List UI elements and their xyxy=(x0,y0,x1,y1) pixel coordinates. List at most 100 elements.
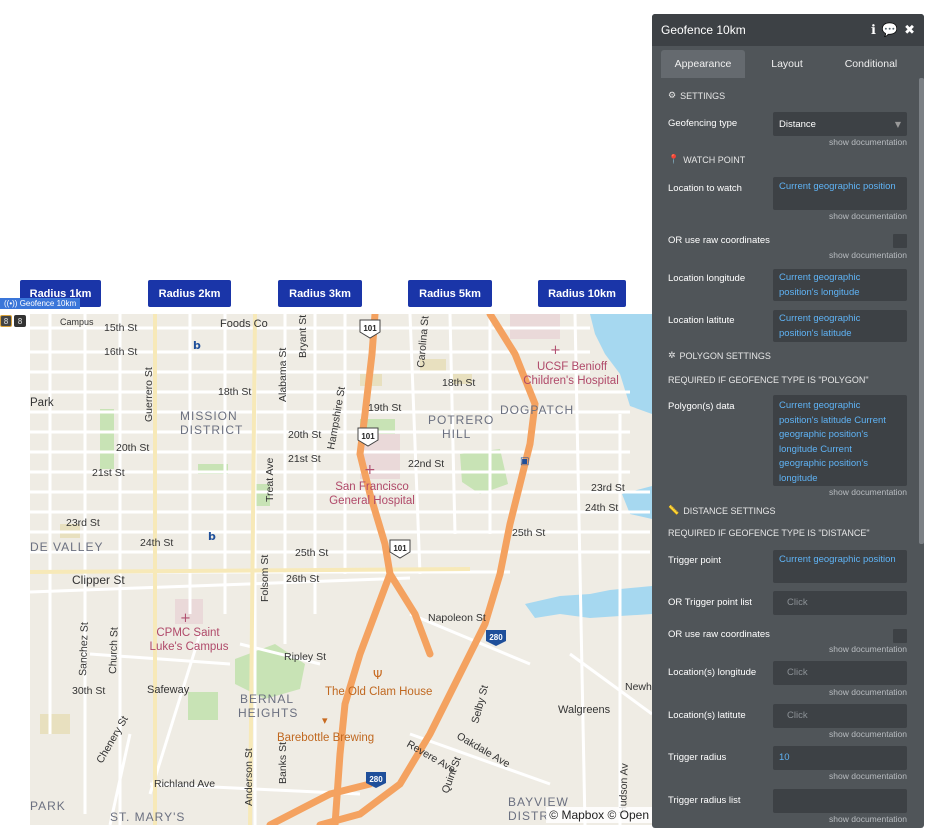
trigger-radius-list-field[interactable] xyxy=(773,789,907,813)
comment-icon[interactable]: 💬 xyxy=(882,23,898,38)
show-documentation-link[interactable]: show documentation xyxy=(829,211,907,221)
radius-5km-button[interactable]: Radius 5km xyxy=(408,280,492,307)
show-documentation-link[interactable]: show documentation xyxy=(829,487,907,497)
info-icon[interactable]: ℹ xyxy=(871,23,876,38)
locations-latitude-field[interactable]: Click xyxy=(773,704,907,728)
svg-text:23rd St: 23rd St xyxy=(66,517,100,529)
location-longitude-field[interactable]: Current geographic position's longitude xyxy=(773,269,907,301)
panel-header: Geofence 10km ℹ 💬 ✖ xyxy=(652,14,924,46)
tab-appearance[interactable]: Appearance xyxy=(661,50,745,78)
svg-text:CPMC Saint: CPMC Saint xyxy=(156,627,220,639)
element-lock-icon[interactable]: 8 xyxy=(14,315,26,327)
raw-coordinates-2-checkbox[interactable] xyxy=(893,629,907,643)
svg-text:Guerrero St: Guerrero St xyxy=(143,367,155,422)
geofence-icon: ((•)) xyxy=(4,299,20,308)
bart-icon-1: b xyxy=(193,339,201,352)
raw-coordinates-label: OR use raw coordinates xyxy=(668,235,770,246)
svg-text:DISTRICT: DISTRICT xyxy=(180,423,243,437)
map-attribution[interactable]: © Mapbox © Open xyxy=(546,807,652,823)
show-documentation-link[interactable]: show documentation xyxy=(829,687,907,697)
svg-text:25th St: 25th St xyxy=(295,547,328,559)
show-documentation-link[interactable]: show documentation xyxy=(829,771,907,781)
svg-text:Campus: Campus xyxy=(60,317,94,327)
svg-text:Banks St: Banks St xyxy=(277,742,289,784)
svg-text:23rd St: 23rd St xyxy=(591,482,625,494)
svg-text:Selby St: Selby St xyxy=(469,684,491,725)
radius-10km-button[interactable]: Radius 10km xyxy=(538,280,626,307)
tab-layout[interactable]: Layout xyxy=(745,50,829,78)
svg-text:Clipper St: Clipper St xyxy=(72,573,125,587)
svg-text:Ripley St: Ripley St xyxy=(284,651,326,663)
svg-text:15th St: 15th St xyxy=(104,322,137,334)
element-handle-icon[interactable]: 8 xyxy=(0,315,12,327)
svg-text:20th St: 20th St xyxy=(116,442,149,454)
show-documentation-link[interactable]: show documentation xyxy=(829,729,907,739)
svg-text:19th St: 19th St xyxy=(368,402,401,414)
locations-longitude-field[interactable]: Click xyxy=(773,661,907,685)
svg-text:ST. MARY'S: ST. MARY'S xyxy=(110,810,185,824)
bart-icon-2: b xyxy=(208,530,216,543)
svg-text:Richland Ave: Richland Ave xyxy=(154,778,215,790)
svg-text:26th St: 26th St xyxy=(286,573,319,585)
geofencing-type-dropdown[interactable]: Distance ▼ xyxy=(773,112,907,136)
svg-text:18th St: 18th St xyxy=(442,377,475,389)
location-to-watch-label: Location to watch xyxy=(668,183,742,194)
trigger-radius-field[interactable]: 10 xyxy=(773,746,907,770)
svg-text:General Hospital: General Hospital xyxy=(329,495,415,507)
svg-text:Oakdale Ave: Oakdale Ave xyxy=(455,730,513,770)
svg-text:Sanchez St: Sanchez St xyxy=(77,622,91,676)
tab-conditional[interactable]: Conditional xyxy=(829,50,913,78)
locations-latitude-label: Location(s) latitute xyxy=(668,710,746,721)
hospital-icon-cpmc: + xyxy=(180,611,191,626)
trigger-radius-list-label: Trigger radius list xyxy=(668,795,741,806)
ruler-icon: 📏 xyxy=(668,506,680,516)
svg-text:DE VALLEY: DE VALLEY xyxy=(30,540,103,554)
raw-coordinates-checkbox[interactable] xyxy=(893,234,907,248)
svg-text:Church St: Church St xyxy=(107,627,121,674)
map-canvas: 101 101 101 280 280 b b + + + Ψ ▾ ▣ Food… xyxy=(30,314,652,825)
radius-2km-button[interactable]: Radius 2km xyxy=(148,280,231,307)
element-tag[interactable]: ((•)) Geofence 10km xyxy=(0,298,81,309)
trigger-point-list-field[interactable]: Click xyxy=(773,591,907,615)
polygon-data-label: Polygon(s) data xyxy=(668,401,735,412)
svg-text:Barebottle Brewing: Barebottle Brewing xyxy=(277,732,374,744)
trigger-point-label: Trigger point xyxy=(668,555,721,566)
location-to-watch-field[interactable]: Current geographic position xyxy=(773,177,907,210)
show-documentation-link[interactable]: show documentation xyxy=(829,814,907,824)
pin-icon: 📍 xyxy=(668,155,680,165)
polygon-data-field[interactable]: Current geographic position's latitude C… xyxy=(773,395,907,486)
trigger-point-field[interactable]: Current geographic position xyxy=(773,550,907,583)
svg-text:The Old Clam House: The Old Clam House xyxy=(325,686,432,698)
show-documentation-link[interactable]: show documentation xyxy=(829,644,907,654)
panel-scrollbar[interactable] xyxy=(919,78,924,544)
hw-280-shield-1: 280 xyxy=(489,633,503,642)
polygon-icon: ✲ xyxy=(668,351,676,361)
svg-text:Walgreens: Walgreens xyxy=(558,704,611,716)
panel-tabs: Appearance Layout Conditional xyxy=(652,46,924,78)
svg-text:Safeway: Safeway xyxy=(147,684,190,696)
svg-text:POTRERO: POTRERO xyxy=(428,413,494,427)
hw-101-shield-3: 101 xyxy=(393,544,407,553)
close-icon[interactable]: ✖ xyxy=(904,23,915,38)
svg-text:25th St: 25th St xyxy=(512,527,545,539)
geofencing-type-label: Geofencing type xyxy=(668,118,738,129)
svg-text:Alabama St: Alabama St xyxy=(277,348,289,402)
svg-text:PARK: PARK xyxy=(30,799,66,813)
location-latitude-label: Location latitute xyxy=(668,315,735,326)
svg-text:MISSION: MISSION xyxy=(180,409,238,423)
map[interactable]: 101 101 101 280 280 b b + + + Ψ ▾ ▣ Food… xyxy=(30,314,652,825)
section-settings: ⚙ SETTINGS xyxy=(668,91,726,101)
train-icon: ▣ xyxy=(520,456,529,467)
svg-text:Newha: Newha xyxy=(625,681,652,693)
trigger-point-list-label: OR Trigger point list xyxy=(668,597,752,608)
radius-3km-button[interactable]: Radius 3km xyxy=(278,280,362,307)
show-documentation-link[interactable]: show documentation xyxy=(829,137,907,147)
show-documentation-link[interactable]: show documentation xyxy=(829,250,907,260)
svg-text:22nd St: 22nd St xyxy=(408,458,444,470)
section-distance-settings: 📏 DISTANCE SETTINGS xyxy=(668,506,776,516)
hw-280-shield-2: 280 xyxy=(369,775,383,784)
gear-icon: ⚙ xyxy=(668,91,677,101)
svg-text:30th St: 30th St xyxy=(72,685,105,697)
svg-text:BERNAL: BERNAL xyxy=(240,692,294,706)
location-latitude-field[interactable]: Current geographic position's latitude xyxy=(773,310,907,342)
